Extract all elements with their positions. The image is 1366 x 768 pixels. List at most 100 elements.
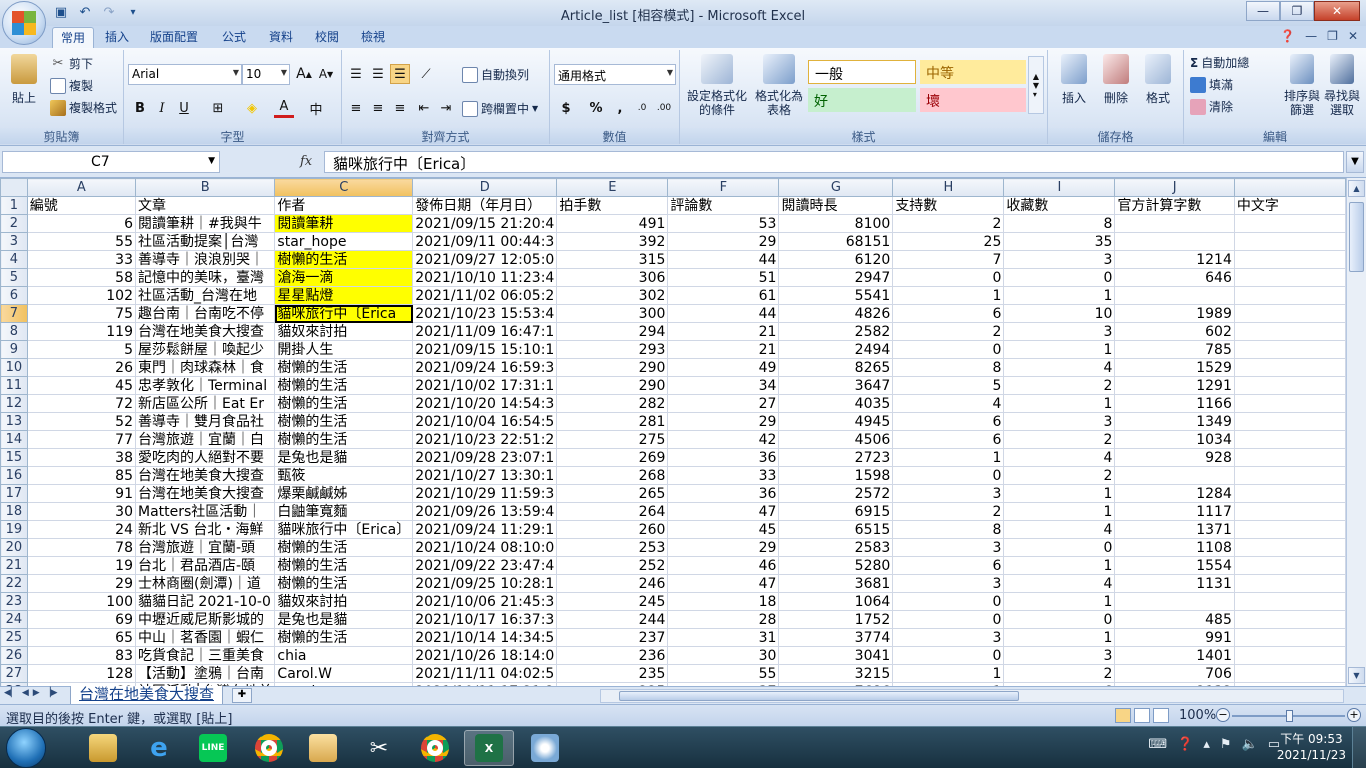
grid-cell[interactable]: 是兔也是貓 <box>274 610 414 629</box>
align-top-icon[interactable]: ☰ <box>346 64 366 84</box>
insert-cells-button[interactable]: 插入 <box>1054 54 1094 106</box>
grid-cell[interactable]: 0 <box>892 340 1005 359</box>
row-header[interactable]: 20 <box>0 538 28 557</box>
grid-cell[interactable]: 2021/10/20 14:54:3 <box>412 394 558 413</box>
grid-cell[interactable]: 東門｜肉球森林｜食 <box>134 358 276 377</box>
row-header[interactable]: 8 <box>0 322 28 341</box>
grid-cell[interactable]: 記憶中的美味，臺灣 <box>134 268 276 287</box>
grid-cell[interactable]: 264 <box>556 502 669 521</box>
shrink-font-icon[interactable]: A ▼ <box>316 64 336 84</box>
grid-cell[interactable]: 27 <box>667 394 780 413</box>
grid-cell[interactable]: 甄筱 <box>274 466 414 485</box>
style-neutral[interactable]: 中等 <box>920 60 1026 84</box>
row-header[interactable]: 16 <box>0 466 28 485</box>
grid-cell[interactable]: 1554 <box>1114 556 1235 575</box>
grid-cell[interactable]: 6915 <box>778 502 894 521</box>
select-all-corner[interactable] <box>0 178 28 197</box>
row-header[interactable]: 9 <box>0 340 28 359</box>
tab-insert[interactable]: 插入 <box>97 27 137 48</box>
taskbar-paint[interactable] <box>520 730 570 766</box>
tab-data[interactable]: 資料 <box>261 27 301 48</box>
grid-cell[interactable] <box>1233 448 1346 467</box>
font-color-icon[interactable]: A <box>274 98 294 118</box>
grid-cell[interactable] <box>1114 214 1235 233</box>
workbook-minimize-icon[interactable]: — <box>1305 29 1317 43</box>
grid-cell[interactable]: 2021/09/27 12:05:0 <box>412 250 558 269</box>
zoom-out-icon[interactable]: − <box>1216 708 1230 722</box>
grid-cell[interactable] <box>1233 484 1346 503</box>
grid-cell[interactable]: 5 <box>26 340 136 359</box>
grid-cell[interactable]: 18 <box>667 592 780 611</box>
header-cell[interactable]: 評論數 <box>667 196 780 215</box>
grid-cell[interactable]: 1349 <box>1114 412 1235 431</box>
row-header[interactable]: 15 <box>0 448 28 467</box>
grid-cell[interactable]: 2021/09/26 13:59:4 <box>412 502 558 521</box>
grid-cell[interactable]: 75 <box>26 304 136 323</box>
grid-cell[interactable]: 33 <box>667 466 780 485</box>
zoom-slider[interactable]: − + <box>1216 708 1361 722</box>
percent-button[interactable]: % <box>586 98 606 118</box>
grid-cell[interactable]: 2021/11/02 06:05:2 <box>412 286 558 305</box>
name-box[interactable]: C7 ▼ <box>2 151 220 173</box>
grid-cell[interactable]: 102 <box>26 286 136 305</box>
page-break-view-icon[interactable] <box>1153 708 1169 723</box>
grid-cell[interactable]: 52 <box>26 412 136 431</box>
grid-cell[interactable]: 100 <box>26 592 136 611</box>
grow-font-icon[interactable]: A ▲ <box>294 64 314 84</box>
grid-cell[interactable]: 0 <box>892 466 1005 485</box>
grid-cell[interactable]: 2021/10/23 15:53:4 <box>412 304 558 323</box>
grid-cell[interactable]: 235 <box>556 664 669 683</box>
delete-cells-button[interactable]: 刪除 <box>1096 54 1136 106</box>
close-button[interactable]: ✕ <box>1314 1 1360 21</box>
grid-cell[interactable]: 貓咪旅行中〔Erica <box>274 304 414 323</box>
header-cell[interactable]: 拍手數 <box>556 196 669 215</box>
grid-cell[interactable]: 貓貓日記 2021-10-0 <box>134 592 276 611</box>
grid-cell[interactable]: 2 <box>892 502 1005 521</box>
grid-cell[interactable] <box>1233 502 1346 521</box>
formula-input[interactable]: 貓咪旅行中〔Erica〕 <box>324 151 1344 173</box>
grid-cell[interactable] <box>1233 268 1346 287</box>
grid-cell[interactable] <box>1233 430 1346 449</box>
row-header[interactable]: 24 <box>0 610 28 629</box>
grid-cell[interactable]: 3 <box>892 484 1005 503</box>
grid-cell[interactable]: 2021/10/17 16:37:3 <box>412 610 558 629</box>
grid-cell[interactable]: 台灣旅遊｜宜蘭-頭 <box>134 538 276 557</box>
grid-cell[interactable]: 1401 <box>1114 646 1235 665</box>
row-header[interactable]: 6 <box>0 286 28 305</box>
grid-cell[interactable] <box>1233 304 1346 323</box>
grid-cell[interactable]: 1 <box>1003 556 1116 575</box>
grid-cell[interactable]: 趣台南｜台南吃不停 <box>134 304 276 323</box>
grid-cell[interactable]: 開掛人生 <box>274 340 414 359</box>
fill-button[interactable]: 填滿 <box>1190 76 1233 93</box>
grid-cell[interactable]: 33 <box>26 250 136 269</box>
grid-cell[interactable]: 士林商圈(劍潭)｜道 <box>134 574 276 593</box>
style-normal[interactable]: 一般 <box>808 60 916 84</box>
grid-cell[interactable]: 0 <box>892 592 1005 611</box>
grid-cell[interactable]: 2021/10/23 22:51:2 <box>412 430 558 449</box>
column-header[interactable]: A <box>26 178 136 197</box>
grid-cell[interactable]: 0 <box>1003 538 1116 557</box>
grid-cell[interactable]: 6 <box>892 556 1005 575</box>
grid-cell[interactable]: 55 <box>667 664 780 683</box>
grid-cell[interactable]: 閱讀筆耕 <box>274 214 414 233</box>
grid-cell[interactable]: 2021/09/25 10:28:1 <box>412 574 558 593</box>
font-size-combo[interactable]: 10 ▼ <box>242 64 290 85</box>
grid-cell[interactable]: 1131 <box>1114 574 1235 593</box>
grid-cell[interactable]: 991 <box>1114 628 1235 647</box>
grid-cell[interactable]: 2021/10/14 14:34:5 <box>412 628 558 647</box>
grid-cell[interactable]: 44 <box>667 250 780 269</box>
grid-cell[interactable]: 1 <box>1003 484 1116 503</box>
grid-cell[interactable]: 29 <box>667 412 780 431</box>
grid-cell[interactable]: 302 <box>556 286 669 305</box>
grid-cell[interactable]: 1 <box>1003 340 1116 359</box>
grid-cell[interactable]: 78 <box>26 538 136 557</box>
grid-cell[interactable]: 265 <box>556 484 669 503</box>
row-header[interactable]: 7 <box>0 304 28 323</box>
vertical-scrollbar[interactable]: ▲ ▼ <box>1346 178 1366 686</box>
grid-cell[interactable]: 45 <box>26 376 136 395</box>
grid-cell[interactable]: 4 <box>892 394 1005 413</box>
grid-cell[interactable]: 6 <box>892 304 1005 323</box>
grid-cell[interactable]: 5280 <box>778 556 894 575</box>
show-desktop-button[interactable] <box>1352 727 1366 768</box>
grid-cell[interactable]: 0 <box>892 610 1005 629</box>
